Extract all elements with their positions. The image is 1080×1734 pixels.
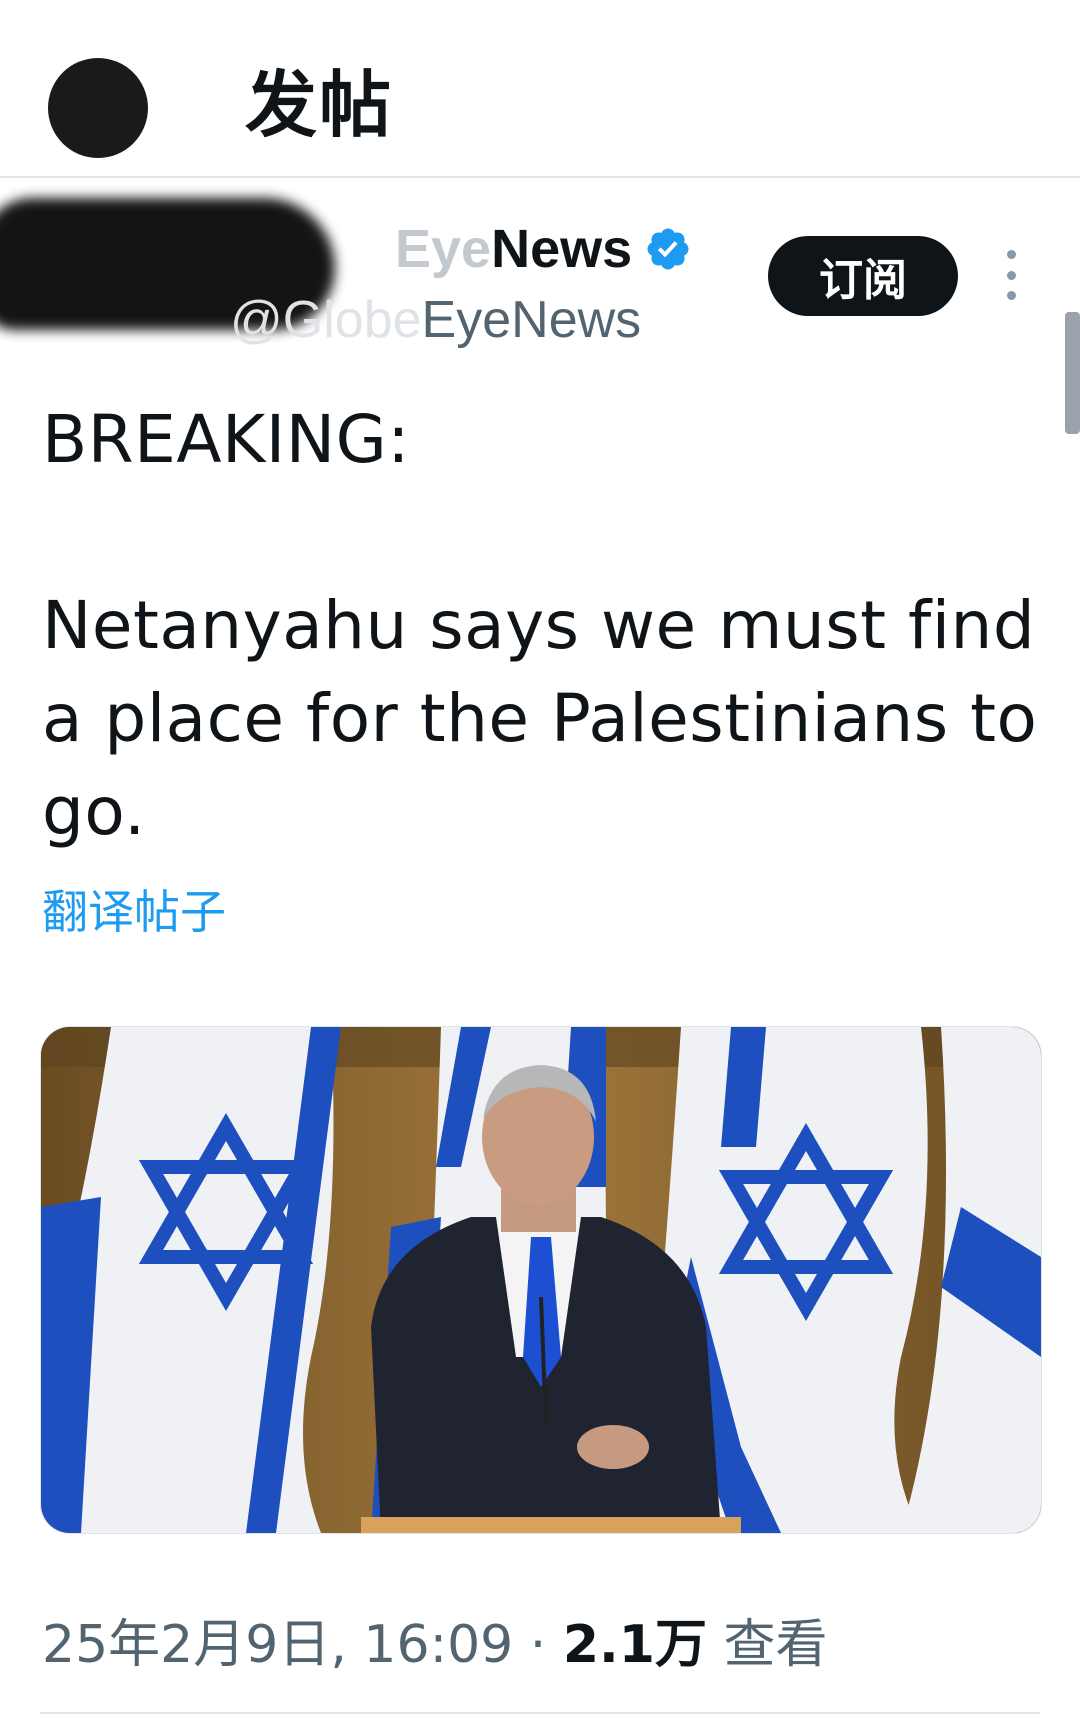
- tweet-line-1: BREAKING:: [42, 401, 410, 478]
- page-title: 发帖: [245, 63, 394, 147]
- divider: [40, 1712, 1040, 1714]
- top-bar: 发帖: [0, 0, 1080, 178]
- tweet-media-image[interactable]: [40, 1026, 1042, 1534]
- post-timestamp[interactable]: 25年2月9日, 16:09: [42, 1615, 513, 1675]
- scrollbar[interactable]: [1065, 312, 1080, 434]
- verified-badge-icon: [647, 228, 689, 270]
- dot: [1006, 270, 1016, 280]
- views-count: 2.1万: [562, 1615, 707, 1675]
- dot: [1006, 250, 1016, 259]
- display-name-text: News: [491, 219, 633, 279]
- handle-faded: @Globe: [230, 291, 422, 349]
- tweet-meta: 25年2月9日, 16:09 · 2.1万 查看: [42, 1602, 828, 1677]
- tweet-text: BREAKING: Netanyahu says we must find a …: [42, 393, 1042, 858]
- translate-post-link[interactable]: 翻译帖子: [42, 876, 226, 942]
- dot: [1006, 291, 1016, 300]
- display-name-faded: Eye: [395, 219, 492, 279]
- tweet-line-2: Netanyahu says we must find a place for …: [42, 587, 1038, 850]
- lectern: [361, 1517, 741, 1533]
- photo-image: [41, 1027, 1041, 1533]
- avatar[interactable]: [48, 58, 148, 158]
- subscribe-button[interactable]: 订阅: [768, 236, 958, 316]
- meta-separator: ·: [529, 1615, 547, 1675]
- more-vertical-icon[interactable]: [995, 250, 1027, 300]
- handle-text: EyeNews: [421, 291, 642, 349]
- author-handle[interactable]: @GlobeEyeNews: [230, 290, 641, 350]
- author-display-name[interactable]: Eye News: [395, 218, 692, 280]
- views-label: 查看: [723, 1615, 828, 1675]
